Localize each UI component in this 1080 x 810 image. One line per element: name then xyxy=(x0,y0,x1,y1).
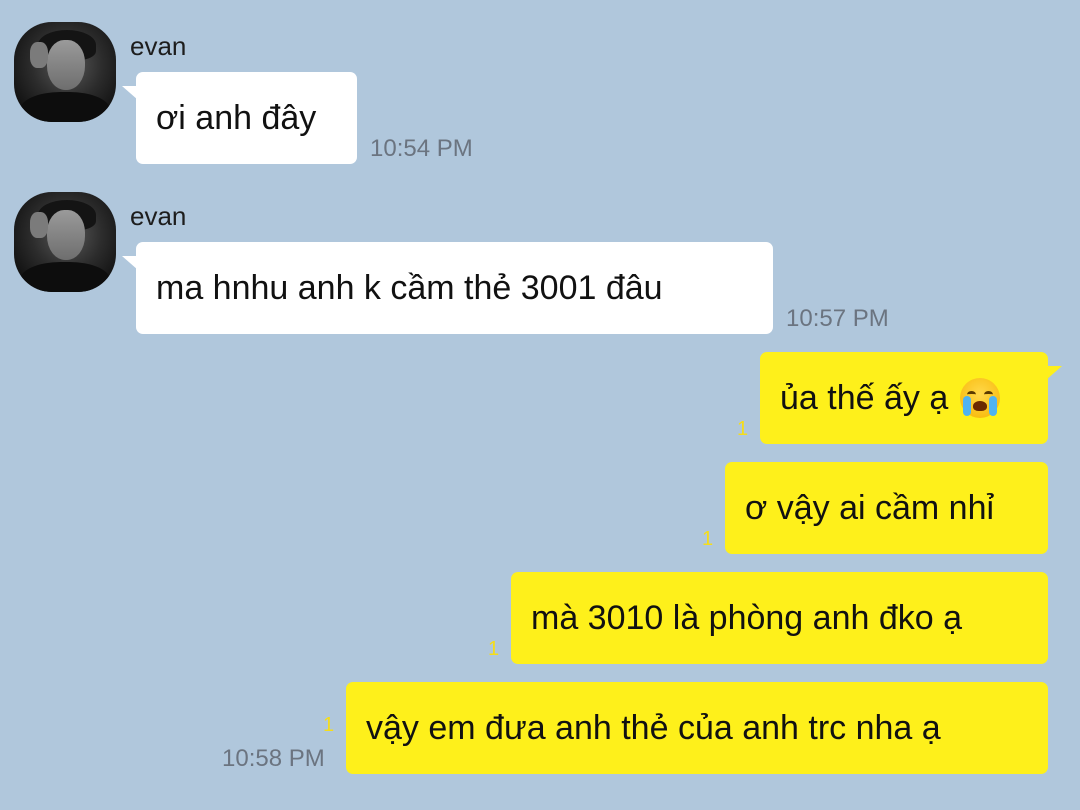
unread-count: 1 xyxy=(737,418,749,440)
message-timestamp: 10:58 PM xyxy=(222,745,325,772)
unread-count: 1 xyxy=(702,528,714,550)
unread-count: 1 xyxy=(323,714,335,736)
message-text: mà 3010 là phòng anh đko ạ xyxy=(531,598,963,637)
message-timestamp: 10:57 PM xyxy=(786,305,889,332)
emoji-tear xyxy=(963,396,972,416)
avatar-face xyxy=(47,210,85,260)
sender-name: evan xyxy=(130,31,187,61)
incoming-message-bubble[interactable]: ma hnhu anh k cầm thẻ 3001 đâu xyxy=(122,242,773,334)
outgoing-message-bubble[interactable]: ủa thế ấy ạ xyxy=(760,352,1062,444)
outgoing-message-bubble[interactable]: mà 3010 là phòng anh đko ạ xyxy=(511,572,1048,664)
avatar-shoulders xyxy=(20,92,110,122)
sender-name: evan xyxy=(130,201,187,231)
message-text: vậy em đưa anh thẻ của anh trc nha ạ xyxy=(366,708,941,747)
message-text: ma hnhu anh k cầm thẻ 3001 đâu xyxy=(156,268,663,307)
message-timestamp: 10:54 PM xyxy=(370,135,473,162)
avatar[interactable] xyxy=(14,22,116,122)
message-text: ơi anh đây xyxy=(156,98,317,137)
unread-count: 1 xyxy=(488,638,500,660)
message-text: ơ vậy ai cầm nhỉ xyxy=(745,488,995,527)
emoji-tear xyxy=(989,396,998,416)
avatar-face xyxy=(47,40,85,90)
outgoing-message-bubble[interactable]: ơ vậy ai cầm nhỉ xyxy=(725,462,1048,554)
avatar[interactable] xyxy=(14,192,116,292)
loudly-crying-face-icon xyxy=(960,378,1001,418)
incoming-message-bubble[interactable]: ơi anh đây xyxy=(122,72,357,164)
avatar-hand xyxy=(30,212,48,238)
avatar-shoulders xyxy=(20,262,110,292)
message-text: ủa thế ấy ạ xyxy=(780,378,949,417)
avatar-hand xyxy=(30,42,48,68)
outgoing-message-bubble[interactable]: vậy em đưa anh thẻ của anh trc nha ạ xyxy=(346,682,1048,774)
emoji-mouth xyxy=(973,401,988,411)
